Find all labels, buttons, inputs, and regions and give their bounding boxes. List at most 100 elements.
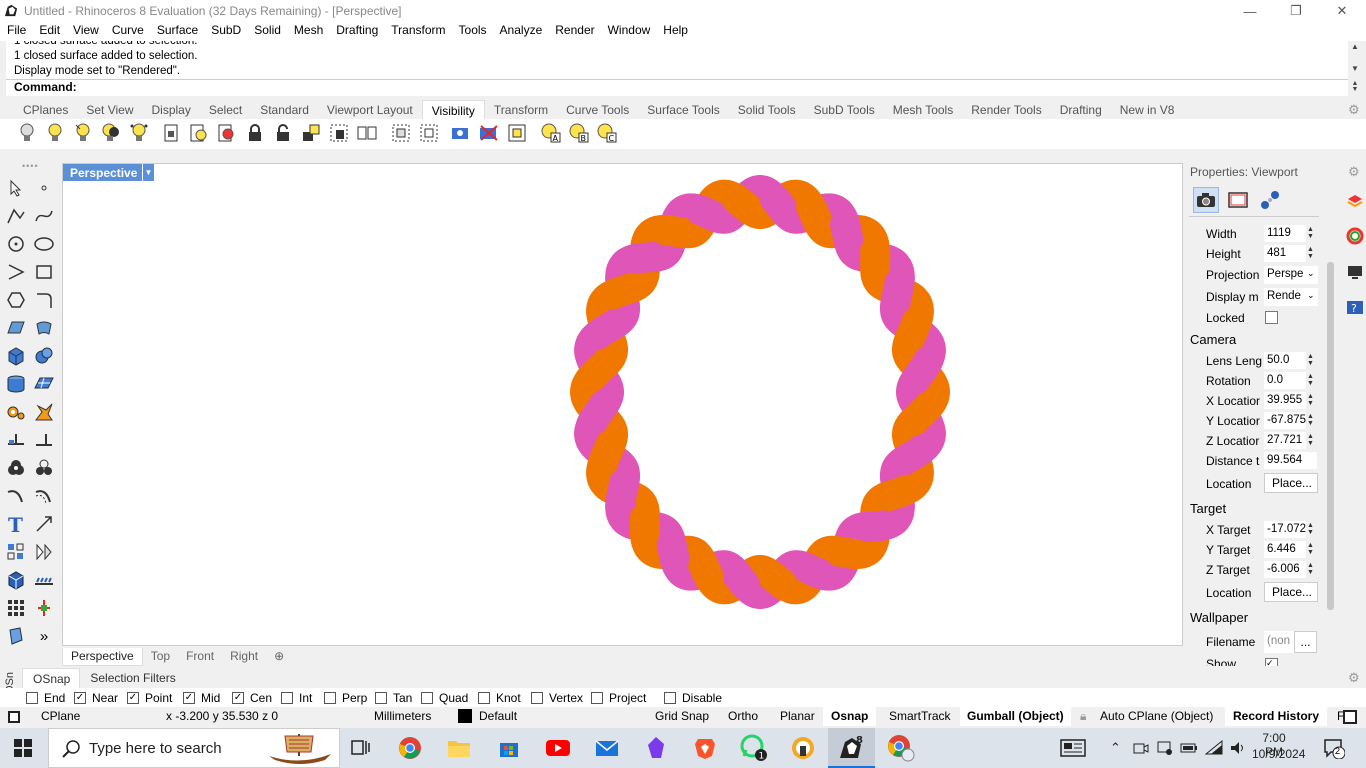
file-explorer-icon[interactable] (443, 733, 475, 763)
properties-gear-icon[interactable]: ⚙ (1348, 164, 1360, 180)
polygon-icon[interactable] (4, 288, 28, 312)
array-icon[interactable] (4, 540, 28, 564)
show-checkbox[interactable]: ✓ (1265, 658, 1278, 666)
hide-objects-icon[interactable] (16, 122, 38, 144)
tab-mesh-tools[interactable]: Mesh Tools (884, 100, 962, 120)
tab-transform[interactable]: Transform (485, 100, 557, 120)
viewport-title[interactable]: Perspective (63, 164, 145, 181)
show-a-icon[interactable]: A (540, 122, 562, 144)
menu-help[interactable]: Help (656, 22, 694, 41)
show-in-view-icon[interactable] (478, 122, 500, 144)
display-panel-icon[interactable] (1346, 263, 1364, 281)
record-history-toggle[interactable]: Record History (1225, 707, 1328, 726)
x-target-spinner-icon[interactable]: ▲ ▼ (1307, 522, 1317, 536)
display-mode-dropdown[interactable]: Rende ⌄ (1264, 288, 1318, 306)
restore-button[interactable]: ❐ (1273, 0, 1319, 22)
offset-curve-icon[interactable] (32, 484, 56, 508)
menu-analyze[interactable]: Analyze (493, 22, 549, 41)
lock-selection-icon[interactable] (328, 122, 350, 144)
unlock-objects-icon[interactable] (188, 122, 210, 144)
y-location-field[interactable]: -67.875 (1264, 412, 1306, 429)
viewport-tab-top[interactable]: Top (143, 648, 178, 666)
microsoft-store-icon[interactable] (493, 733, 525, 763)
z-target-field[interactable]: -6.006 (1264, 561, 1306, 578)
help-panel-icon[interactable]: ? (1346, 299, 1364, 317)
menu-mesh[interactable]: Mesh (287, 22, 329, 41)
obsidian-icon[interactable] (640, 733, 672, 763)
camera-place-button[interactable]: Place... (1264, 473, 1318, 493)
perspective-viewport[interactable] (62, 163, 1183, 646)
vpn-icon[interactable] (787, 733, 819, 763)
gumball-toggle[interactable]: Gumball (Object) (960, 707, 1071, 726)
lock-icon[interactable] (244, 122, 266, 144)
layers-icon[interactable] (1346, 191, 1364, 209)
history-scroll-down-icon[interactable]: ▼ (1349, 64, 1361, 74)
text-icon[interactable]: T (4, 512, 28, 536)
menu-subd[interactable]: SubD (204, 22, 247, 41)
height-field[interactable]: 481 (1264, 245, 1306, 262)
point-icon[interactable] (32, 176, 56, 200)
clock-date[interactable]: 10/9/2024 (1252, 747, 1305, 761)
show-in-detail-icon[interactable] (418, 122, 440, 144)
osnap-end-checkbox[interactable] (26, 692, 38, 704)
tab-curve-tools[interactable]: Curve Tools (557, 100, 638, 120)
width-spinner-icon[interactable]: ▲ ▼ (1307, 226, 1317, 240)
explode-icon[interactable] (32, 400, 56, 424)
planar-toggle[interactable]: Planar (780, 709, 815, 723)
gumball-icon[interactable] (32, 596, 56, 620)
arc-icon[interactable] (4, 260, 28, 284)
osnap-perp-checkbox[interactable] (324, 692, 336, 704)
battery-icon[interactable] (1180, 740, 1198, 756)
osnap-vertex-checkbox[interactable] (531, 692, 543, 704)
z-location-field[interactable]: 27.721 (1264, 432, 1306, 449)
auto-cplane-toggle[interactable]: Auto CPlane (Object) (1100, 709, 1213, 723)
grid-snap-toggle[interactable]: Grid Snap (655, 709, 709, 723)
command-line[interactable]: Command: (6, 79, 1348, 96)
brave-icon[interactable] (689, 733, 721, 763)
lens-spinner-icon[interactable]: ▲ ▼ (1307, 353, 1317, 367)
tab-standard[interactable]: Standard (251, 100, 318, 120)
split-icon[interactable] (32, 428, 56, 452)
lens-length-field[interactable]: 50.0 (1264, 352, 1306, 369)
taskbar-search-box[interactable]: Type here to search (48, 728, 340, 768)
x-location-field[interactable]: 39.955 (1264, 392, 1306, 409)
osnap-gear-icon[interactable]: ⚙ (1348, 670, 1360, 686)
transform-icon[interactable] (4, 428, 28, 452)
news-widget-icon[interactable] (1057, 733, 1089, 763)
ellipse-icon[interactable] (32, 232, 56, 256)
osnap-project-checkbox[interactable] (591, 692, 603, 704)
layer-label[interactable]: Default (479, 709, 517, 723)
y-location-spinner-icon[interactable]: ▲ ▼ (1307, 413, 1317, 427)
extrude-surface-icon[interactable] (32, 316, 56, 340)
meet-now-icon[interactable] (1133, 740, 1149, 756)
add-viewport-tab-icon[interactable]: ⊕ (266, 648, 292, 666)
unlock-icon[interactable] (272, 122, 294, 144)
menu-render[interactable]: Render (548, 22, 600, 41)
tab-solid-tools[interactable]: Solid Tools (729, 100, 805, 120)
hide-in-detail-icon[interactable] (390, 122, 412, 144)
osnap-tan-checkbox[interactable] (375, 692, 387, 704)
boolean-split-icon[interactable] (32, 456, 56, 480)
show-b-icon[interactable]: B (568, 122, 590, 144)
tab-surface-tools[interactable]: Surface Tools (638, 100, 729, 120)
tab-subd-tools[interactable]: SubD Tools (805, 100, 884, 120)
layer-color-swatch[interactable] (458, 709, 472, 723)
y-target-field[interactable]: 6.446 (1264, 541, 1306, 558)
more-tools-icon[interactable]: » (32, 624, 56, 648)
lock-objects-icon[interactable] (160, 122, 182, 144)
tab-set-view[interactable]: Set View (77, 100, 142, 120)
viewport-tab-perspective[interactable]: Perspective (62, 648, 143, 666)
height-spinner-icon[interactable]: ▲ ▼ (1307, 246, 1317, 260)
browse-button[interactable]: ... (1294, 631, 1317, 653)
curve-icon[interactable] (32, 204, 56, 228)
viewport-frame-icon[interactable] (1225, 187, 1251, 213)
filename-field[interactable]: (non (1264, 631, 1294, 653)
rotation-spinner-icon[interactable]: ▲ ▼ (1307, 373, 1317, 387)
show-c-icon[interactable]: C (596, 122, 618, 144)
tab-select[interactable]: Select (200, 100, 251, 120)
x-location-spinner-icon[interactable]: ▲ ▼ (1307, 393, 1317, 407)
block-icon[interactable] (4, 568, 28, 592)
wifi-icon[interactable] (1204, 739, 1223, 756)
tab-osnap[interactable]: OSnap (22, 668, 81, 688)
unlock-selected-icon[interactable] (216, 122, 238, 144)
